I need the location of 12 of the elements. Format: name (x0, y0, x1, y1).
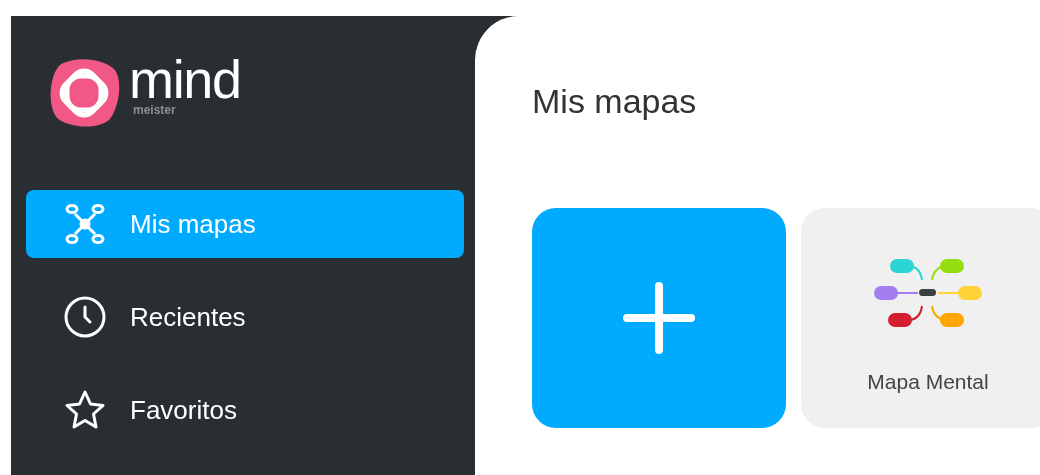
clock-icon (64, 296, 106, 338)
logo-subtitle: meister (133, 104, 177, 116)
template-card[interactable]: Mapa Mental (801, 207, 1040, 428)
star-icon (64, 389, 106, 431)
mind-map-icon (874, 257, 982, 330)
plus-icon (623, 281, 695, 354)
mind-map-icon (64, 203, 106, 245)
logo-wordmark: mind (129, 52, 241, 106)
sidebar-item[interactable]: Favoritos (26, 376, 464, 444)
new-map-button[interactable] (532, 207, 786, 428)
page-title: Mis mapas (532, 81, 698, 122)
sidebar-item[interactable]: Recientes (26, 283, 464, 351)
